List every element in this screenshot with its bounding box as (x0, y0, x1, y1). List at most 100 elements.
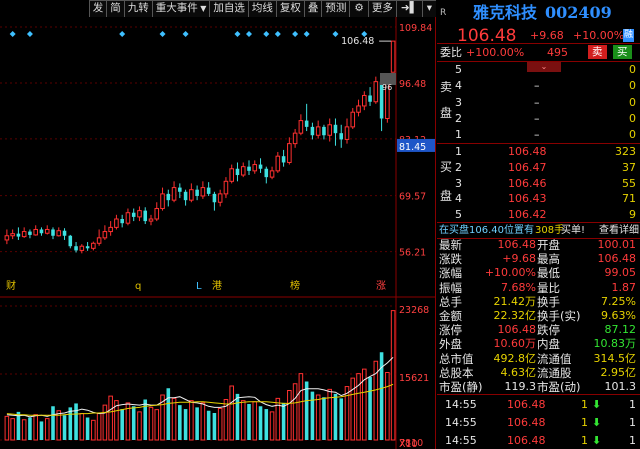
toolbar-add-watchlist-button[interactable]: 加自选 (209, 0, 248, 17)
volume-bar-up (229, 385, 234, 441)
volume-bar-up (240, 400, 246, 441)
buy-level: 2 (455, 160, 462, 174)
toolbar-jiuzhuan-button[interactable]: 九转 (123, 0, 152, 17)
event-diamond-icon (332, 31, 339, 37)
toolbar-simple-button[interactable]: 简 (106, 0, 124, 17)
down-arrow-icon: ⬇ (592, 434, 602, 447)
candle-down (183, 191, 188, 201)
view-details-link[interactable]: 查看详细 (599, 223, 639, 238)
event-diamond-icon (263, 31, 270, 37)
candle-down (143, 210, 148, 222)
sell-button[interactable]: 卖 (588, 45, 607, 59)
volume-bar-up (292, 383, 298, 441)
stock-name: 雅克科技 (473, 3, 538, 22)
candle-up (315, 126, 321, 136)
margin-badge: 融 (623, 29, 635, 42)
kline-chart-area[interactable]: 109.8496.4883.1281.4569.5756.21106.4896财… (0, 0, 436, 449)
stat-value: 99.05 (604, 266, 637, 280)
buy-row: 3 106.46 55 (437, 175, 640, 192)
stat-value: 1.87 (611, 280, 637, 294)
candle-down (120, 219, 124, 224)
toolbar-overlay-button[interactable]: 叠 (303, 0, 322, 17)
volume-bar-down (212, 413, 217, 440)
stock-code: 002409 (545, 3, 612, 22)
commission-ratio: +100.00% (466, 46, 525, 59)
volume-bar-down (368, 377, 372, 440)
stat-label: 市盈(静) (439, 380, 483, 394)
stat-label: 开盘 (537, 238, 560, 252)
price-axis-label: 69.57 (399, 192, 426, 203)
stat-label: 量比 (537, 280, 560, 295)
sell-level: 2 (455, 111, 462, 125)
chevron-down-icon[interactable]: ▾ (421, 0, 436, 17)
stat-value: 2.95亿 (600, 365, 637, 379)
toolbar-more-button[interactable]: 更多 (367, 0, 396, 17)
volume-bar-up (91, 419, 96, 441)
kline-chart[interactable]: 109.8496.4883.1281.4569.5756.21106.4896财… (0, 0, 436, 449)
candle-down (304, 120, 309, 127)
candle-up (189, 189, 194, 201)
candle-up (10, 233, 15, 237)
stat-row: 金额 22.32亿 换手(实) 9.63% (437, 309, 640, 323)
volume-bar-up (102, 404, 108, 441)
toolbar-forecast-button[interactable]: 预测 (321, 0, 350, 17)
candle-up (356, 105, 361, 113)
candle-up (148, 218, 154, 222)
stat-value: 9.63% (601, 309, 636, 322)
stat-value: 106.48 (597, 252, 637, 266)
volume-bar-down (281, 402, 286, 440)
buy-button[interactable]: 买 (613, 45, 632, 59)
buy-volume: 71 (622, 192, 636, 206)
stat-label: 涨幅 (439, 266, 462, 281)
stat-label: 流通值 (537, 351, 572, 366)
toolbar-moving-average-button[interactable]: 均线 (247, 0, 276, 17)
gear-icon[interactable]: ⚙ (349, 0, 368, 17)
volume-bar-up (350, 377, 356, 441)
volume-bar-up (315, 394, 321, 441)
volume-bar-down (310, 391, 315, 440)
volume-bar-down (68, 407, 73, 440)
candle-up (102, 231, 108, 239)
stat-value: 106.48 (497, 238, 537, 251)
event-diamond-icon (246, 31, 252, 37)
candle-up (287, 143, 292, 163)
buy-price: 106.42 (508, 208, 547, 222)
stat-row: 涨幅 +10.00% 最低 99.05 (437, 266, 640, 280)
tick-volume: 1 (581, 416, 588, 429)
stat-label: 振幅 (439, 280, 462, 295)
tick-time: 14:55 (445, 416, 477, 429)
volume-bar-up (200, 402, 206, 441)
buy-level: 1 (455, 145, 462, 158)
candle-down (281, 156, 286, 163)
stat-value: 21.42万 (493, 294, 537, 308)
volume-bar-down (206, 410, 211, 440)
toolbar-major-events-button[interactable]: 重大事件 ▼ (151, 0, 210, 17)
volume-bar-up (327, 388, 332, 441)
low-price-tag: 81.45 (399, 142, 426, 153)
candle-up (96, 237, 102, 244)
stat-value: 22.32亿 (493, 309, 537, 322)
event-diamond-icon (303, 31, 310, 37)
last-price-label: 106.48 (341, 36, 374, 47)
candle-up (160, 193, 165, 210)
candle-up (275, 155, 281, 172)
candle-up (91, 242, 96, 249)
collapse-panel-icon[interactable]: ➜▌ (395, 0, 422, 17)
toolbar-adjust-button[interactable]: 复权 (275, 0, 304, 17)
toolbar-fa-button[interactable]: 发 (88, 0, 107, 17)
volume-bar-down (183, 409, 188, 440)
stat-value: 7.68% (501, 280, 536, 294)
tick-count: 1 (629, 398, 636, 411)
candle-up (229, 168, 234, 182)
candle-down (368, 95, 372, 102)
event-label: 财 (6, 279, 16, 292)
candle-up (217, 193, 223, 203)
sell-level: 4 (455, 79, 462, 93)
candle-down (51, 229, 55, 236)
tick-time: 14:55 (445, 398, 477, 411)
sell-price: – (534, 128, 540, 142)
commission-row: 委比 +100.00% 495 卖 买 (437, 44, 640, 61)
buy-level: 5 (455, 208, 462, 222)
stat-label: 总手 (439, 294, 462, 309)
candle-up (21, 231, 27, 238)
